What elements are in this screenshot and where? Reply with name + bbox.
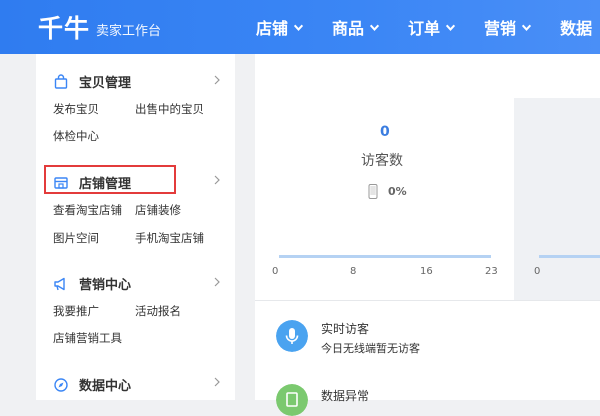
chart-tick: 16 xyxy=(420,266,433,277)
data-anomaly-title[interactable]: 数据异常 xyxy=(321,387,369,404)
nav-item-store[interactable]: 店铺 xyxy=(256,15,304,39)
chevron-right-icon[interactable] xyxy=(213,277,221,287)
chevron-down-icon xyxy=(445,24,456,31)
link-mobile-store[interactable]: 手机淘宝店铺 xyxy=(135,230,204,246)
realtime-visitors-title[interactable]: 实时访客 xyxy=(321,320,369,337)
link-store-decoration[interactable]: 店铺装修 xyxy=(135,202,181,218)
visitors-count: 0 xyxy=(380,124,390,140)
realtime-visitors-subtitle: 今日无线端暂无访客 xyxy=(321,342,420,355)
compass-icon xyxy=(54,377,68,392)
link-publish-item[interactable]: 发布宝贝 xyxy=(53,101,99,117)
top-header: 千牛 卖家工作台 店铺 商品 订单 营销 数据 xyxy=(0,0,600,54)
section-title: 数据中心 xyxy=(79,379,132,394)
chevron-right-icon[interactable] xyxy=(213,377,221,387)
section-header-items[interactable]: 宝贝管理 xyxy=(53,72,131,91)
nav-item-products[interactable]: 商品 xyxy=(332,15,380,39)
chart-tick: 0 xyxy=(272,266,279,277)
link-image-space[interactable]: 图片空间 xyxy=(53,230,99,246)
top-nav: 店铺 商品 订单 营销 数据 xyxy=(256,0,600,54)
chart-tick: 0 xyxy=(534,266,541,277)
section-title: 营销中心 xyxy=(79,278,132,293)
link-marketing-tools[interactable]: 店铺营销工具 xyxy=(53,330,122,346)
link-event-signup[interactable]: 活动报名 xyxy=(135,303,181,319)
visitors-label: 访客数 xyxy=(361,153,403,169)
chart-baseline xyxy=(279,255,491,258)
secondary-card xyxy=(514,98,600,300)
chevron-down-icon xyxy=(521,24,532,31)
app-subtitle: 卖家工作台 xyxy=(96,24,162,39)
link-health-check[interactable]: 体检中心 xyxy=(53,128,99,144)
link-promote[interactable]: 我要推广 xyxy=(53,303,99,319)
link-view-store[interactable]: 查看淘宝店铺 xyxy=(53,202,122,218)
phone-icon xyxy=(368,184,378,199)
megaphone-icon xyxy=(54,277,65,290)
chevron-right-icon[interactable] xyxy=(213,175,221,185)
nav-item-data[interactable]: 数据 xyxy=(560,15,592,39)
chevron-right-icon[interactable] xyxy=(213,75,221,85)
section-header-data[interactable]: 数据中心 xyxy=(53,375,131,394)
chevron-down-icon xyxy=(369,24,380,31)
sidebar: 宝贝管理 发布宝贝 出售中的宝贝 体检中心 店铺管理 查看淘宝店铺 店铺装修 图… xyxy=(36,54,235,400)
bag-icon xyxy=(54,73,68,89)
nav-item-marketing[interactable]: 营销 xyxy=(484,15,532,39)
chart-tick: 23 xyxy=(485,266,498,277)
highlight-box xyxy=(44,165,176,194)
nav-item-orders[interactable]: 订单 xyxy=(408,15,456,39)
section-title: 宝贝管理 xyxy=(79,76,132,91)
app-logo[interactable]: 千牛 xyxy=(38,9,90,45)
microphone-icon[interactable] xyxy=(276,320,308,352)
link-items-on-sale[interactable]: 出售中的宝贝 xyxy=(135,101,204,117)
document-icon[interactable] xyxy=(276,384,308,416)
chart-tick: 8 xyxy=(350,266,357,277)
chart-baseline xyxy=(539,255,600,258)
divider xyxy=(255,300,600,301)
chevron-down-icon xyxy=(293,24,304,31)
main-panel: 0 访客数 0% 0 8 16 23 0 实时访客 今日无线端暂无访客 数据异常 xyxy=(255,54,600,416)
visitors-percent: 0% xyxy=(388,185,407,198)
section-header-marketing[interactable]: 营销中心 xyxy=(53,274,131,293)
